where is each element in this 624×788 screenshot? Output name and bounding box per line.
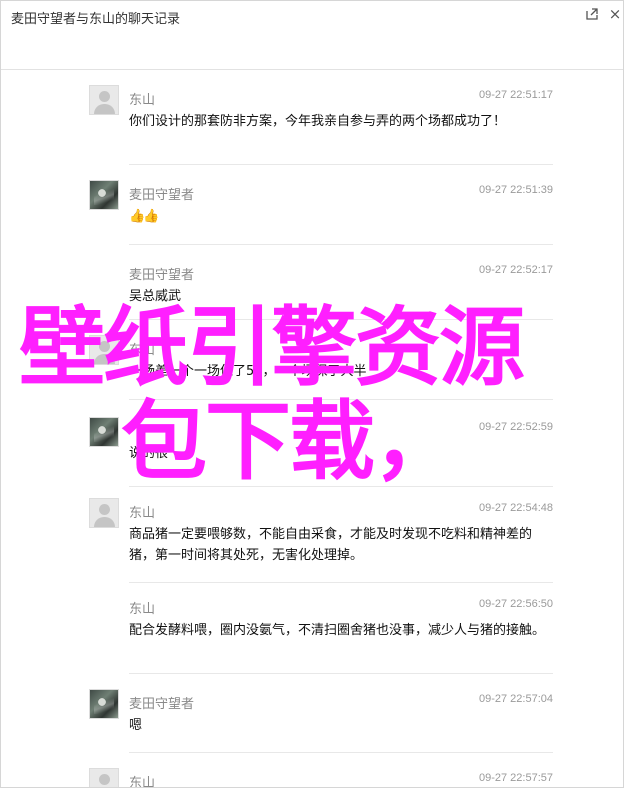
message-item: 东山 09-27 22:56:50 配合发酵料喂，圈内没氨气，不清扫圈舍猪也没事…: [89, 581, 553, 674]
divider: [129, 673, 553, 674]
sender-name: 东山: [129, 506, 156, 521]
watermark-overlay-text: 壁纸引擎资源 包下载，: [19, 301, 619, 489]
message-item: 东山 09-27 22:51:17 你们设计的那套防非方案，今年我亲自参与弄的两…: [89, 72, 553, 165]
message-time: 09-27 22:51:39: [478, 184, 553, 196]
message-time: 09-27 22:57:04: [478, 693, 553, 705]
message-time: 09-27 22:57:57: [478, 772, 553, 784]
sender-name: 麦田守望者: [129, 188, 195, 203]
sender-name: 东山: [129, 93, 156, 108]
photo-avatar: [89, 689, 119, 719]
sender-name: 东山: [129, 776, 156, 788]
message-time: 09-27 22:54:48: [478, 502, 553, 514]
message-text: 嗯: [129, 718, 143, 733]
overlay-line-1: 壁纸引擎资源: [19, 298, 525, 398]
photo-avatar: [89, 180, 119, 210]
chat-history-window: 麦田守望者与东山的聊天记录 × 东山 09-27 22:51:17 你们设计的那…: [0, 0, 624, 788]
sender-name: 东山: [129, 602, 156, 617]
default-avatar: [89, 498, 119, 528]
message-time: 09-27 22:52:17: [478, 264, 553, 276]
message-item: 麦田守望者 09-27 22:51:39 👍👍: [89, 167, 553, 245]
message-item: 麦田守望者 09-27 22:57:04 嗯: [89, 676, 553, 753]
divider: [129, 752, 553, 753]
message-item: 东山 09-27 22:57:57: [89, 755, 553, 787]
message-text: 你们设计的那套防非方案，今年我亲自参与弄的两个场都成功了！: [129, 114, 507, 129]
divider: [129, 244, 553, 245]
sender-name: 麦田守望者: [129, 697, 195, 712]
message-item: 东山 09-27 22:54:48 商品猪一定要喂够数，不能自由采食，才能及时发…: [89, 485, 553, 583]
collapse-icon[interactable]: [583, 5, 601, 23]
divider: [129, 164, 553, 165]
sender-name: 麦田守望者: [129, 268, 195, 283]
message-text: 商品猪一定要喂够数，不能自由采食，才能及时发现不吃料和精神差的猪，第一时间将其处…: [129, 527, 533, 563]
message-text: 配合发酵料喂，圈内没氨气，不清扫圈舍猪也没事，减少人与猪的接触。: [129, 623, 546, 638]
message-time: 09-27 22:56:50: [478, 598, 553, 610]
title-bar: 麦田守望者与东山的聊天记录 ×: [1, 1, 623, 70]
close-icon[interactable]: ×: [606, 5, 623, 23]
overlay-line-2: 包下载，: [121, 392, 459, 492]
window-title: 麦田守望者与东山的聊天记录: [11, 12, 181, 27]
message-text: 👍👍: [129, 209, 159, 224]
default-avatar: [89, 85, 119, 115]
message-time: 09-27 22:51:17: [478, 89, 553, 101]
default-avatar: [89, 768, 119, 787]
